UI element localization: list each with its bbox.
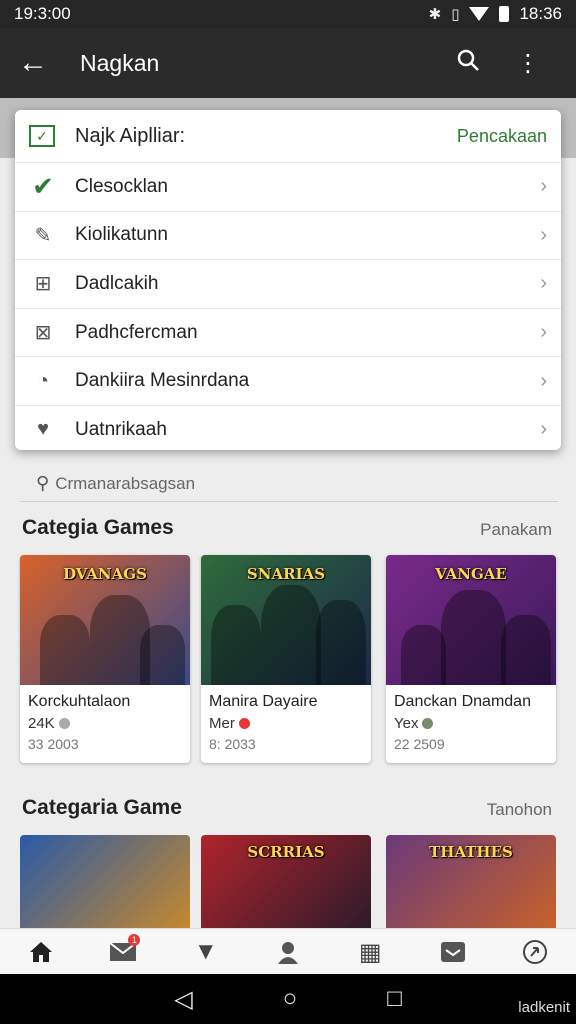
game-thumbnail: DVANAGS <box>20 555 190 685</box>
menu-header-action[interactable]: Pencakaan <box>457 126 547 147</box>
game-card[interactable]: SNARIAS Manira Dayaire Mer 8: 2033 <box>201 555 371 763</box>
menu-item-label: Dankiira Mesinrdana <box>75 370 250 392</box>
list-icon[interactable]: ▦ <box>345 932 395 972</box>
vibrate-icon: ▯ <box>451 6 460 23</box>
mail-icon[interactable]: 1 <box>98 932 148 972</box>
thumbs-down-icon[interactable]: ▼ <box>181 932 231 972</box>
status-icons: ✱ ▯ 18:36 <box>429 4 562 24</box>
notification-badge: 1 <box>128 934 141 946</box>
rating-icon <box>238 718 250 729</box>
game-art-title: DVANAGS <box>63 565 147 583</box>
game-meta: Yex <box>394 715 556 732</box>
menu-item-label: Clesocklan <box>75 175 168 197</box>
menu-item-label: Dadlcakih <box>75 272 159 294</box>
menu-item-label: Padhcfercman <box>75 321 198 343</box>
game-date: 22 2509 <box>394 736 445 752</box>
edit-icon: ✎ <box>34 224 52 247</box>
watermark: ladkenit <box>518 999 570 1016</box>
rating-icon <box>58 718 70 729</box>
game-name: Korckuhtalaon <box>28 693 131 710</box>
bottom-nav: 1 ▼ ▦ <box>0 928 576 975</box>
game-card[interactable]: VANGAE Danckan Dnamdan Yex 22 2509 <box>386 555 556 763</box>
chevron-right-icon: › <box>540 418 547 441</box>
game-meta: Mer <box>209 715 371 732</box>
search-icon[interactable] <box>438 48 498 79</box>
rating-icon <box>422 718 434 729</box>
menu-item-2[interactable]: ✎ Kiolikatunn › <box>15 210 561 260</box>
menu-item-label: Uatnrikaah <box>75 418 167 440</box>
game-card[interactable] <box>20 835 190 935</box>
game-art-title: SNARIAS <box>246 565 326 583</box>
search-input[interactable]: ⚲ Crmanarabsagsan <box>20 466 558 502</box>
status-clock: 18:36 <box>519 4 562 23</box>
menu-item-4[interactable]: ⊠ Padhcfercman › <box>15 307 561 357</box>
pie-icon: ◔ <box>36 369 50 392</box>
game-art-title: SCRRIAS <box>247 843 325 861</box>
search-icon: ⚲ <box>36 473 50 493</box>
menu-item-6[interactable]: ♥ Uatnrikaah › <box>15 404 561 450</box>
bluetooth-icon: ✱ <box>428 6 442 23</box>
recents-square-icon[interactable]: □ <box>387 985 402 1013</box>
game-date: 33 2003 <box>28 736 79 752</box>
section-link[interactable]: Panakam <box>480 520 552 540</box>
page-title: Nagkan <box>80 49 160 76</box>
heart-icon: ♥ <box>37 418 49 441</box>
game-art-title: VANGAE <box>435 565 507 583</box>
menu-item-1[interactable]: ✔ Clesocklan › <box>15 162 561 211</box>
game-card[interactable]: THATHES <box>386 835 556 935</box>
arrow-left-icon[interactable]: ← <box>18 46 62 80</box>
game-thumbnail: VANGAE <box>386 555 556 685</box>
chevron-right-icon: › <box>540 321 547 344</box>
section-title: Categaria Game <box>22 796 182 819</box>
menu-item-label: Kiolikatunn <box>75 224 168 246</box>
chevron-right-icon: › <box>540 272 547 295</box>
inbox-icon[interactable] <box>428 932 478 972</box>
menu-header-title: Najk Aiplliar: <box>75 124 186 147</box>
game-card[interactable]: SCRRIAS <box>201 835 371 935</box>
game-meta: 24K <box>28 715 190 732</box>
section-link[interactable]: Tanohon <box>487 800 552 820</box>
section-title: Categia Games <box>22 516 174 539</box>
grid-icon: ⊞ <box>34 273 52 296</box>
system-nav-bar: ◁ ○ □ ladkenit <box>0 974 576 1024</box>
game-thumbnail: SNARIAS <box>201 555 371 685</box>
mail-check-icon: ✓ <box>29 125 55 147</box>
chevron-right-icon: › <box>540 175 547 198</box>
home-circle-icon[interactable]: ○ <box>283 985 298 1013</box>
chevron-right-icon: › <box>540 223 547 246</box>
chevron-right-icon: › <box>540 369 547 392</box>
home-icon[interactable] <box>16 932 66 972</box>
profile-icon[interactable] <box>263 932 313 972</box>
more-vert-icon[interactable]: ⋮ <box>498 49 558 78</box>
wifi-icon <box>469 7 490 21</box>
search-placeholder: Crmanarabsagsan <box>55 473 196 493</box>
status-bar: 19:3:00 ✱ ▯ 18:36 <box>0 0 576 28</box>
game-name: Danckan Dnamdan <box>394 693 531 710</box>
game-date: 8: 2033 <box>209 736 256 752</box>
game-card[interactable]: DVANAGS Korckuhtalaon 24K 33 2003 <box>20 555 190 763</box>
game-name: Manira Dayaire <box>209 693 318 710</box>
battery-icon <box>499 6 510 22</box>
back-triangle-icon[interactable]: ◁ <box>174 985 192 1014</box>
refresh-icon[interactable] <box>510 932 560 972</box>
game-art-title: THATHES <box>429 843 513 861</box>
app-bar: ← Nagkan ⋮ <box>0 28 576 98</box>
checkmark-icon: ✔ <box>32 171 54 202</box>
status-time: 19:3:00 <box>14 4 71 23</box>
dropdown-menu: ✓ Najk Aiplliar: Pencakaan ✔ Clesocklan … <box>15 110 561 450</box>
menu-item-3[interactable]: ⊞ Dadlcakih › <box>15 259 561 308</box>
menu-item-5[interactable]: ◔ Dankiira Mesinrdana › <box>15 356 561 405</box>
menu-header: ✓ Najk Aiplliar: Pencakaan <box>15 110 561 162</box>
calendar-icon: ⊠ <box>34 322 52 345</box>
